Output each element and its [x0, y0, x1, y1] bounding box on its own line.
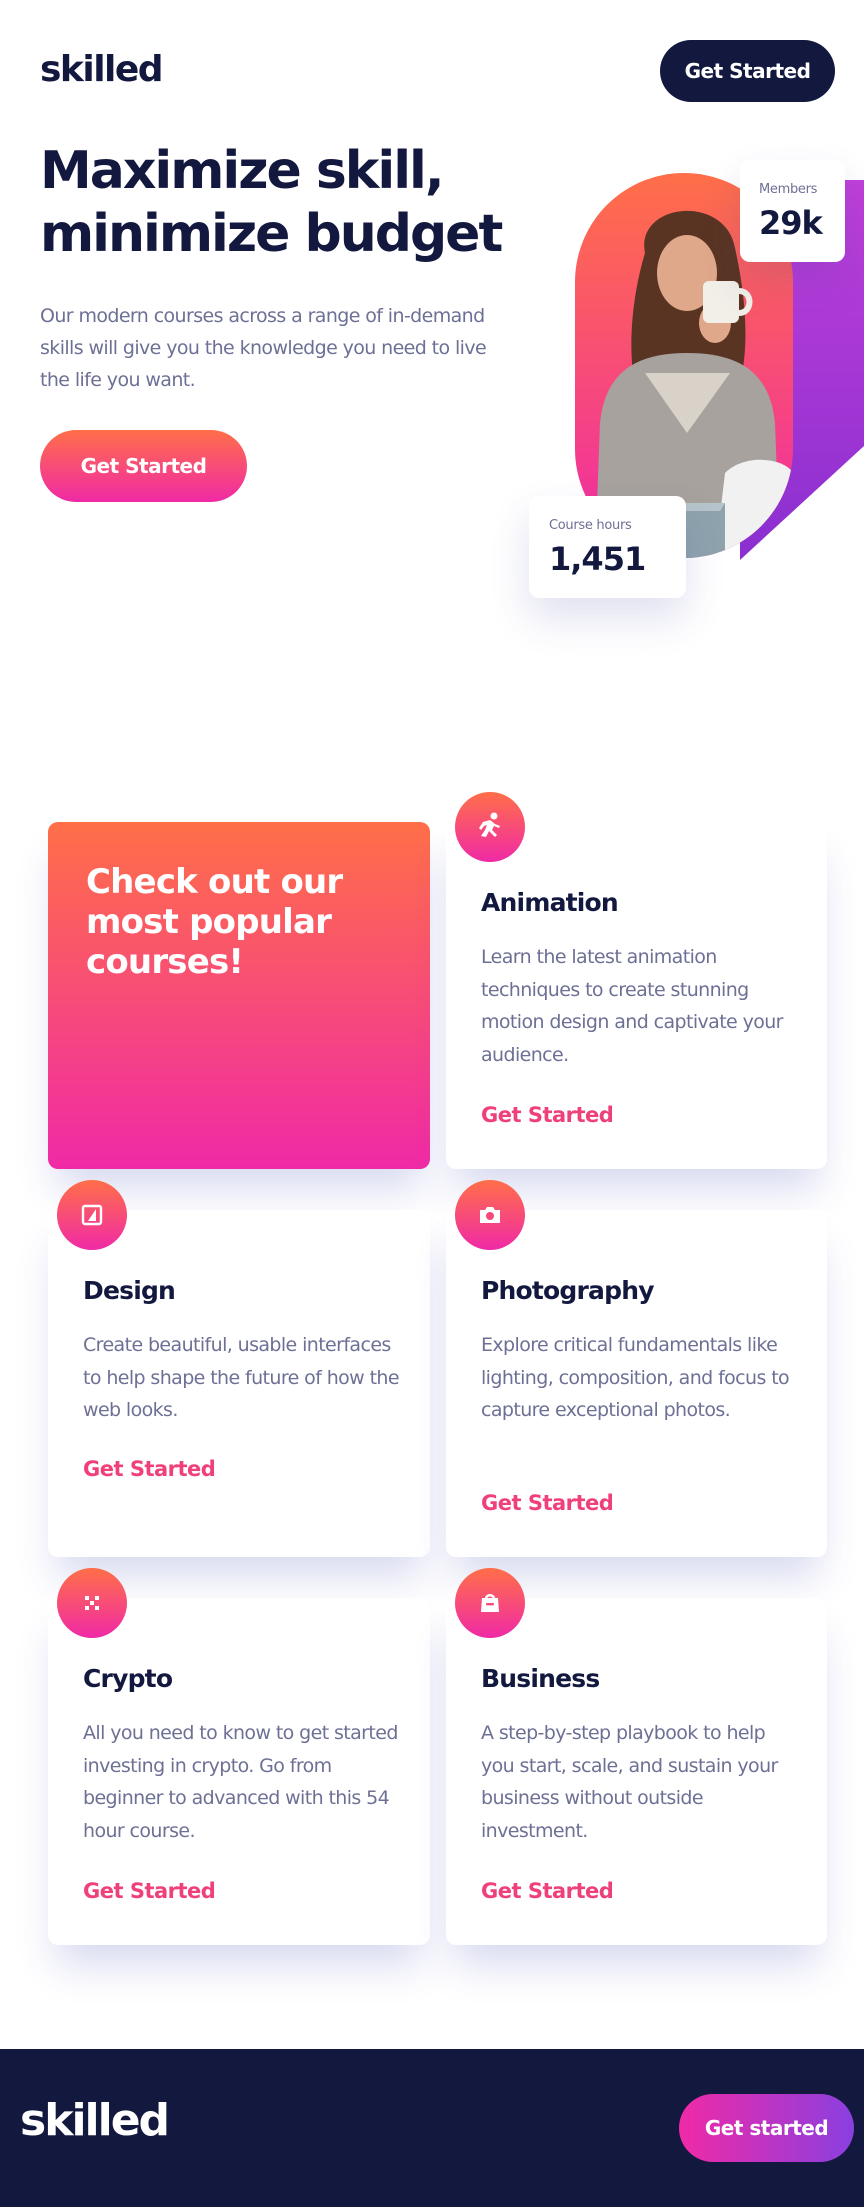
camera-icon [455, 1180, 525, 1250]
footer-get-started-button[interactable]: Get started [679, 2094, 854, 2162]
promo-title: Check out our most popular courses! [86, 862, 343, 982]
course-card-crypto[interactable]: Crypto All you need to know to get start… [48, 1598, 430, 1945]
course-title: Crypto [83, 1664, 173, 1693]
site-logo[interactable]: skilled [40, 48, 164, 92]
hero-get-started-button[interactable]: Get Started [40, 430, 247, 502]
course-card-photography[interactable]: Photography Explore critical fundamental… [446, 1210, 827, 1557]
course-get-started-link[interactable]: Get Started [481, 1491, 614, 1515]
popular-courses-promo: Check out our most popular courses! [48, 822, 430, 1169]
course-description: Learn the latest animation techniques to… [481, 946, 783, 1066]
members-stat-card: Members 29k [740, 160, 845, 262]
course-title: Design [83, 1276, 176, 1305]
course-card-design[interactable]: Design Create beautiful, usable interfac… [48, 1210, 430, 1557]
shopping-bag-icon [455, 1568, 525, 1638]
hero-title: Maximize skill, minimize budget [40, 141, 503, 264]
course-get-started-link[interactable]: Get Started [481, 1103, 614, 1127]
course-get-started-link[interactable]: Get Started [83, 1457, 216, 1481]
course-card-business[interactable]: Business A step-by-step playbook to help… [446, 1598, 827, 1945]
course-hours-stat-card: Course hours 1,451 [529, 496, 686, 598]
course-description: A step-by-step playbook to help you star… [481, 1722, 778, 1842]
course-description: All you need to know to get started inve… [83, 1722, 398, 1842]
course-title: Business [481, 1664, 600, 1693]
site-footer: skilled Get started [0, 2049, 864, 2207]
crypto-icon [57, 1568, 127, 1638]
course-card-animation[interactable]: Animation Learn the latest animation tec… [446, 822, 827, 1169]
course-title: Animation [481, 888, 619, 917]
course-hours-value: 1,451 [549, 540, 646, 578]
course-description: Create beautiful, usable interfaces to h… [83, 1334, 400, 1421]
course-get-started-link[interactable]: Get Started [481, 1879, 614, 1903]
members-value: 29k [759, 204, 823, 242]
course-hours-label: Course hours [549, 518, 632, 533]
course-description: Explore critical fundamentals like light… [481, 1334, 790, 1421]
hero-description: Our modern courses across a range of in-… [40, 305, 487, 391]
course-get-started-link[interactable]: Get Started [83, 1879, 216, 1903]
course-title: Photography [481, 1276, 655, 1305]
footer-logo[interactable]: skilled [20, 2095, 170, 2146]
members-label: Members [759, 182, 818, 197]
running-person-icon [455, 792, 525, 862]
design-icon [57, 1180, 127, 1250]
header-get-started-button[interactable]: Get Started [660, 40, 835, 102]
